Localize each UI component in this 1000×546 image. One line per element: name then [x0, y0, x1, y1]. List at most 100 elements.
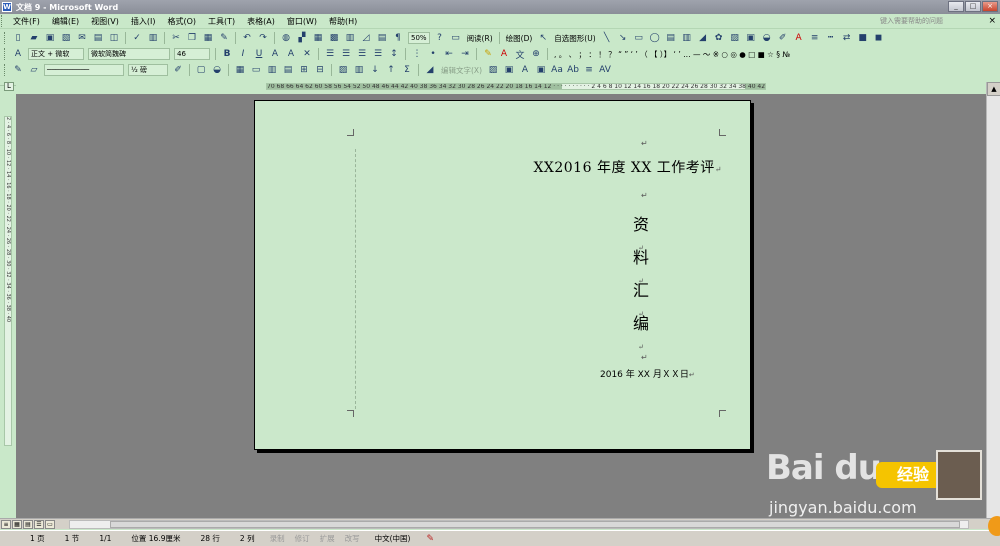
- show-hide-icon[interactable]: ¶: [391, 32, 405, 45]
- menu-insert[interactable]: 插入(I): [125, 16, 162, 27]
- diagram-icon[interactable]: ✿: [712, 32, 726, 45]
- font-color-icon[interactable]: A: [497, 48, 511, 61]
- cut-icon[interactable]: ✂: [169, 32, 183, 45]
- split-cells-icon[interactable]: ▥: [265, 64, 279, 77]
- undo-icon[interactable]: ↶: [240, 32, 254, 45]
- menu-view[interactable]: 视图(V): [85, 16, 125, 27]
- char-shading-icon[interactable]: A: [284, 48, 298, 61]
- menu-window[interactable]: 窗口(W): [281, 16, 323, 27]
- align-left-icon[interactable]: ☰: [323, 48, 337, 61]
- oval-icon[interactable]: ◯: [648, 32, 662, 45]
- edit-text-button[interactable]: 编辑文字(X): [438, 65, 485, 76]
- wordart-icon[interactable]: ◢: [696, 32, 710, 45]
- eraser-icon[interactable]: ▱: [27, 64, 41, 77]
- format-wordart-icon[interactable]: ▣: [502, 64, 516, 77]
- drawing-icon[interactable]: ◿: [359, 32, 373, 45]
- status-record[interactable]: 录制: [265, 533, 290, 544]
- normal-view-icon[interactable]: ≡: [1, 519, 11, 529]
- zoom-dropdown[interactable]: 50%: [408, 32, 430, 44]
- picture-icon[interactable]: ▣: [744, 32, 758, 45]
- 3d-icon[interactable]: ◼: [872, 32, 886, 45]
- toolbar-grip[interactable]: [4, 32, 7, 44]
- tables-borders-icon[interactable]: ▞: [295, 32, 309, 45]
- vertical-ruler[interactable]: 2 · 4 · 6 · 8 · 10 · 12 · 14 · 16 · 18 ·…: [3, 96, 13, 514]
- wordart-shape-icon[interactable]: A: [518, 64, 532, 77]
- line-style-icon[interactable]: ≡: [808, 32, 822, 45]
- save-icon[interactable]: ▣: [43, 32, 57, 45]
- close-button[interactable]: ×: [982, 1, 998, 12]
- outline-view-icon[interactable]: ☰: [34, 519, 44, 529]
- clipart-icon[interactable]: ▨: [728, 32, 742, 45]
- close-document-icon[interactable]: ×: [988, 16, 996, 26]
- font-size-dropdown[interactable]: 46: [174, 48, 210, 60]
- line-icon[interactable]: ╲: [600, 32, 614, 45]
- outside-border-icon[interactable]: ▢: [194, 64, 208, 77]
- spelling-status-icon[interactable]: ✎: [420, 534, 440, 544]
- redo-icon[interactable]: ↷: [256, 32, 270, 45]
- insert-table-icon[interactable]: ▦: [233, 64, 247, 77]
- shadow-icon[interactable]: ■: [856, 32, 870, 45]
- new-document-icon[interactable]: ▯: [11, 32, 25, 45]
- wordart-gallery-icon[interactable]: ▨: [486, 64, 500, 77]
- align-center-icon[interactable]: ☰: [339, 48, 353, 61]
- horizontal-ruler[interactable]: 70 68 66 64 62 60 58 56 54 52 50 48 46 4…: [16, 82, 986, 91]
- toolbar-grip[interactable]: [4, 64, 7, 76]
- arrow-icon[interactable]: ↘: [616, 32, 630, 45]
- char-border-icon[interactable]: A: [268, 48, 282, 61]
- bold-icon[interactable]: B: [220, 48, 234, 61]
- style-dropdown[interactable]: 正文 + 微软: [28, 48, 84, 60]
- spelling-icon[interactable]: ✓: [130, 32, 144, 45]
- draw-menu-button[interactable]: 绘图(D): [503, 33, 536, 44]
- justify-icon[interactable]: ☰: [371, 48, 385, 61]
- border-color-icon[interactable]: ✐: [171, 64, 185, 77]
- arrow-style-icon[interactable]: ⇄: [840, 32, 854, 45]
- menu-help[interactable]: 帮助(H): [323, 16, 363, 27]
- draw-table-icon[interactable]: ✎: [11, 64, 25, 77]
- alignment-icon[interactable]: ≡: [582, 64, 596, 77]
- increase-indent-icon[interactable]: ⇥: [458, 48, 472, 61]
- underline-icon[interactable]: U: [252, 48, 266, 61]
- tab-selector[interactable]: L: [4, 82, 14, 91]
- help-search-input[interactable]: 键入需要帮助的问题: [880, 16, 980, 27]
- help-icon[interactable]: ?: [433, 32, 447, 45]
- vertical-textbox-icon[interactable]: ▥: [680, 32, 694, 45]
- minimize-button[interactable]: _: [948, 1, 964, 12]
- document-page[interactable]: ↵ XX2016 年度 XX 工作考评↵ ↵ 资↵ 料↵ 汇↵ 编↵ ↵ 201…: [254, 100, 751, 450]
- rectangle-icon[interactable]: ▭: [632, 32, 646, 45]
- status-track-changes[interactable]: 修订: [290, 533, 315, 544]
- web-view-icon[interactable]: ▦: [12, 519, 22, 529]
- fill-color-icon[interactable]: ◒: [760, 32, 774, 45]
- email-icon[interactable]: ✉: [75, 32, 89, 45]
- vertical-title-char[interactable]: 编↵: [631, 310, 651, 353]
- styles-pane-icon[interactable]: A: [11, 48, 25, 61]
- status-extend[interactable]: 扩展: [315, 533, 340, 544]
- autosum-icon[interactable]: Σ: [400, 64, 414, 77]
- text-direction-icon[interactable]: ▥: [352, 64, 366, 77]
- print-icon[interactable]: ▤: [91, 32, 105, 45]
- reading-view-icon[interactable]: ▭: [45, 519, 55, 529]
- scroll-up-icon[interactable]: ▲: [987, 82, 1000, 96]
- status-language[interactable]: 中文(中国): [365, 533, 421, 544]
- menu-grip[interactable]: [1, 15, 4, 27]
- insert-table-icon[interactable]: ▦: [311, 32, 325, 45]
- copy-icon[interactable]: ❐: [185, 32, 199, 45]
- char-spacing-icon[interactable]: AV: [598, 64, 612, 77]
- word-app-icon[interactable]: W: [2, 2, 12, 12]
- columns-icon[interactable]: ▥: [343, 32, 357, 45]
- insert-excel-icon[interactable]: ▩: [327, 32, 341, 45]
- line-weight-dropdown[interactable]: ½ 磅: [128, 64, 168, 76]
- print-view-icon[interactable]: ▤: [23, 519, 33, 529]
- merge-cells-icon[interactable]: ▭: [249, 64, 263, 77]
- phonetic-guide-icon[interactable]: 文: [513, 48, 527, 61]
- sort-ascending-icon[interactable]: ↓: [368, 64, 382, 77]
- autoshapes-button[interactable]: 自选图形(U): [551, 33, 598, 44]
- highlight-icon[interactable]: ✎: [481, 48, 495, 61]
- print-preview-icon[interactable]: ◫: [107, 32, 121, 45]
- menu-table[interactable]: 表格(A): [241, 16, 281, 27]
- cell-align-icon[interactable]: ▤: [281, 64, 295, 77]
- vertical-text-icon[interactable]: Ab: [566, 64, 580, 77]
- char-scale-icon[interactable]: ✕: [300, 48, 314, 61]
- paste-icon[interactable]: ▦: [201, 32, 215, 45]
- document-date[interactable]: 2016 年 XX 月ＸＸ日↵: [600, 367, 695, 380]
- format-painter-icon[interactable]: ✎: [217, 32, 231, 45]
